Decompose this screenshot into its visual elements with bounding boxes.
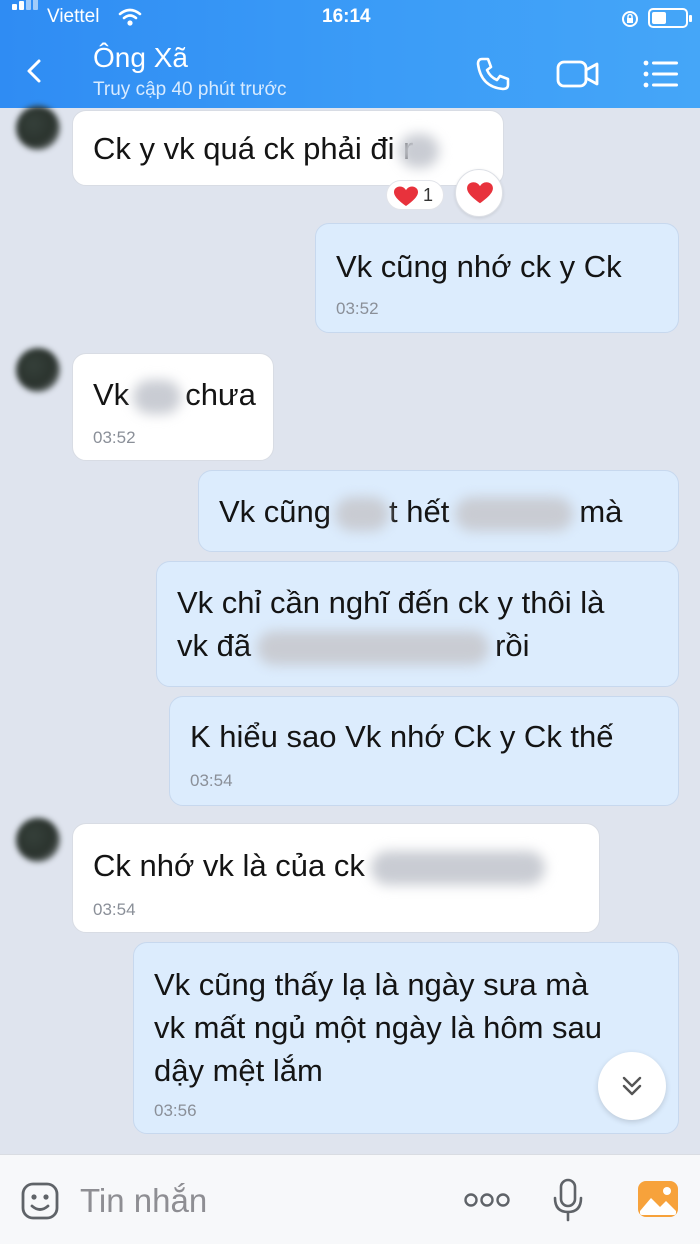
last-seen-status: Truy cập 40 phút trước bbox=[93, 79, 287, 100]
blurred-text bbox=[133, 379, 182, 414]
message-text: Vk chỉ cần nghĩ đến ck y thôi là bbox=[177, 585, 605, 620]
message-bubble-sent[interactable]: Vk cũng thấy lạ là ngày sưa mà vk mất ng… bbox=[133, 942, 679, 1134]
wifi-icon bbox=[118, 8, 142, 26]
video-call-icon[interactable] bbox=[555, 54, 601, 94]
avatar[interactable] bbox=[16, 106, 60, 150]
message-bubble-sent[interactable]: Vk cũng nhớ ck y Ck 03:52 bbox=[315, 223, 679, 333]
message-text: Vk cũng thấy lạ là ngày sưa mà bbox=[154, 967, 589, 1002]
message-bubble-sent[interactable]: Vk chỉ cần nghĩ đến ck y thôi là vk đã rồ… bbox=[156, 561, 679, 687]
carrier-name: Viettel bbox=[47, 6, 100, 27]
more-options-icon[interactable] bbox=[463, 1191, 511, 1209]
microphone-icon[interactable] bbox=[552, 1177, 584, 1223]
message-time: 03:52 bbox=[336, 299, 379, 318]
menu-icon[interactable] bbox=[641, 54, 681, 94]
heart-icon bbox=[394, 186, 418, 206]
contact-name[interactable]: Ông Xã bbox=[93, 42, 188, 74]
message-time: 03:54 bbox=[190, 771, 233, 790]
back-icon[interactable] bbox=[22, 58, 48, 84]
message-text: Vk cũng nhớ ck y Ck bbox=[336, 249, 622, 284]
message-time: 03:56 bbox=[154, 1101, 197, 1120]
message-bubble-sent[interactable]: K hiểu sao Vk nhớ Ck y Ck thế 03:54 bbox=[169, 696, 679, 806]
message-input[interactable] bbox=[80, 1179, 380, 1223]
message-bubble-received[interactable]: Ck nhớ vk là của ck 03:54 bbox=[72, 823, 600, 933]
message-text: dậy mệt lắm bbox=[154, 1053, 323, 1088]
message-time: 03:52 bbox=[93, 428, 136, 447]
status-bar: Viettel 16:14 bbox=[0, 0, 700, 36]
scroll-to-bottom-button[interactable] bbox=[598, 1052, 666, 1120]
message-text: Ck y vk quá ck phải đi r bbox=[93, 131, 414, 166]
message-composer bbox=[0, 1154, 700, 1244]
phone-icon[interactable] bbox=[473, 54, 513, 94]
message-text: vk mất ngủ một ngày là hôm sau bbox=[154, 1010, 603, 1045]
status-time: 16:14 bbox=[322, 6, 371, 27]
blurred-text bbox=[455, 496, 574, 531]
message-time: 03:54 bbox=[93, 900, 136, 919]
message-bubble-received[interactable]: Vk chưa 03:52 bbox=[72, 353, 274, 461]
message-text: rồi bbox=[495, 628, 530, 663]
message-text: mà bbox=[579, 494, 623, 529]
message-text: chưa bbox=[185, 377, 256, 412]
blurred-text bbox=[399, 133, 440, 168]
image-gallery-icon[interactable] bbox=[636, 1179, 680, 1219]
message-text: vk đã bbox=[177, 628, 252, 663]
chat-header: Viettel 16:14 Ông Xã Truy cập 40 phút tr… bbox=[0, 0, 700, 108]
blurred-text bbox=[335, 496, 390, 531]
message-text: Vk bbox=[93, 377, 130, 412]
react-button[interactable] bbox=[455, 169, 503, 217]
blurred-text bbox=[257, 630, 490, 665]
avatar[interactable] bbox=[16, 348, 60, 392]
double-chevron-down-icon bbox=[622, 1076, 642, 1096]
avatar[interactable] bbox=[16, 818, 60, 862]
message-text: Vk cũng bbox=[219, 494, 332, 529]
message-text: t hết bbox=[389, 494, 450, 529]
sticker-icon[interactable] bbox=[20, 1181, 60, 1221]
message-text: K hiểu sao Vk nhớ Ck y Ck thế bbox=[190, 719, 614, 754]
rotation-lock-icon bbox=[622, 11, 638, 27]
message-bubble-received[interactable]: Ck y vk quá ck phải đi r bbox=[72, 110, 504, 186]
blurred-text bbox=[370, 850, 545, 885]
reaction-count[interactable]: 1 bbox=[386, 180, 444, 210]
message-bubble-sent[interactable]: Vk cũng t hết mà bbox=[198, 470, 679, 552]
reaction-count-value: 1 bbox=[423, 185, 434, 205]
message-text: Ck nhớ vk là của ck bbox=[93, 848, 365, 883]
battery-icon bbox=[648, 8, 692, 28]
heart-icon bbox=[467, 182, 493, 204]
